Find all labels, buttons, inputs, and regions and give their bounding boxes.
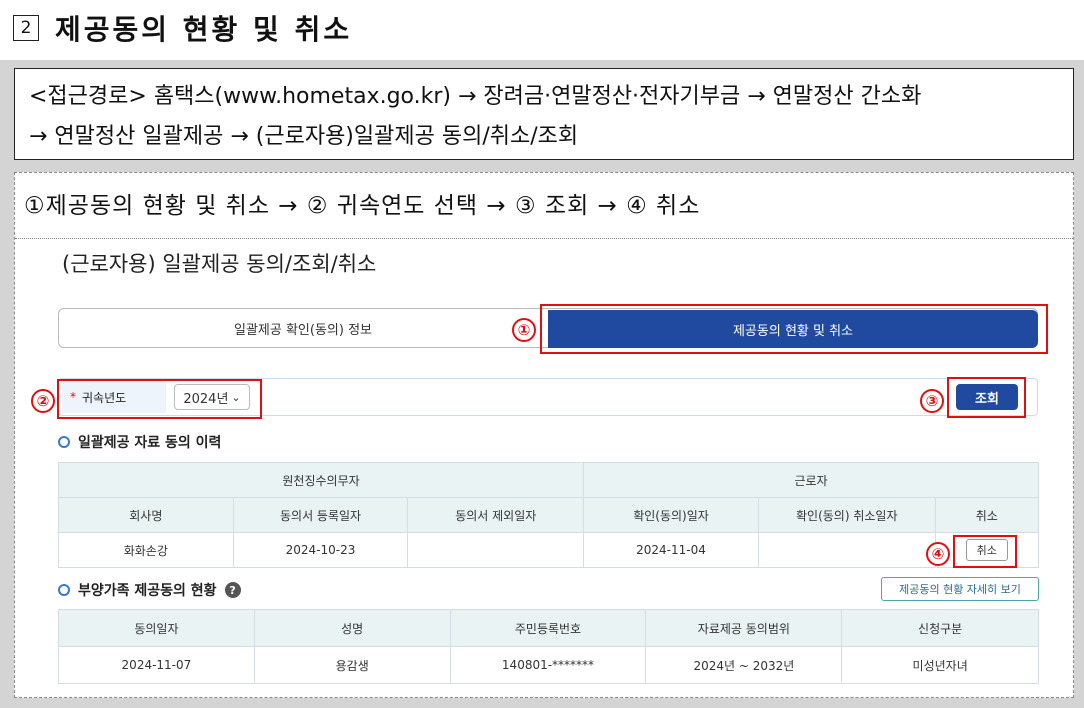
detail-view-button[interactable]: 제공동의 현황 자세히 보기: [881, 577, 1039, 601]
highlight-box-3: [947, 377, 1026, 418]
bullet-icon: [58, 436, 70, 448]
dependents-table: 동의일자 성명 주민등록번호 자료제공 동의범위 신청구분 2024-11-07…: [58, 609, 1039, 684]
col-range: 자료제공 동의범위: [645, 609, 843, 647]
bullet-icon: [58, 584, 70, 596]
cell-company: 화화손강: [58, 532, 234, 568]
steps-instruction: ①제공동의 현황 및 취소 → ② 귀속연도 선택 → ③ 조회 → ④ 취소: [24, 193, 701, 219]
page-title: (근로자용) 일괄제공 동의/조회/취소: [62, 252, 377, 276]
dependents-title-text: 부양가족 제공동의 현황: [78, 583, 217, 599]
cell-name: 용감생: [253, 646, 451, 684]
heading-title: 제공동의 현황 및 취소: [55, 13, 353, 46]
col-excluded: 동의서 제외일자: [407, 497, 585, 533]
history-title-text: 일괄제공 자료 동의 이력: [78, 435, 222, 451]
col-name: 성명: [253, 609, 451, 647]
cell-registered: 2024-10-23: [232, 532, 409, 568]
history-section-title: 일괄제공 자료 동의 이력: [58, 432, 221, 452]
cell-cancelled: [757, 532, 936, 568]
col-type: 신청구분: [841, 609, 1039, 647]
cell-date: 2024-11-07: [58, 646, 255, 684]
col-cancelled: 확인(동의) 취소일자: [757, 497, 936, 533]
cell-excluded: [407, 532, 585, 568]
access-path-line2: → 연말정산 일괄제공 → (근로자용)일괄제공 동의/취소/조회: [29, 124, 579, 149]
group-header-withholder: 원천징수의무자: [57, 462, 585, 498]
cell-type: 미성년자녀: [841, 646, 1039, 684]
table-row: 화화손강 2024-10-23 2024-11-04 취소: [58, 532, 1040, 568]
dependents-section-title: 부양가족 제공동의 현황 ?: [58, 580, 241, 600]
col-company: 회사명: [58, 497, 234, 533]
col-cancel: 취소: [934, 497, 1040, 533]
heading-number: 2: [13, 15, 39, 41]
highlight-box-1: [540, 304, 1048, 354]
history-table: 원천징수의무자 근로자 회사명 동의서 등록일자 동의서 제외일자 확인(동의)…: [57, 462, 1040, 568]
col-date: 동의일자: [58, 609, 255, 647]
cell-rrn: 140801-*******: [449, 646, 647, 684]
callout-4: ④: [926, 542, 950, 566]
col-registered: 동의서 등록일자: [232, 497, 409, 533]
access-path-line1: <접근경로> 홈택스(www.hometax.go.kr) → 장려금·연말정산…: [29, 84, 922, 109]
highlight-box-4: [953, 535, 1017, 568]
col-rrn: 주민등록번호: [449, 609, 647, 647]
highlight-box-2: [57, 379, 262, 419]
callout-3: ③: [920, 389, 944, 413]
callout-1: ①: [512, 318, 536, 342]
group-header-worker: 근로자: [583, 462, 1039, 498]
cell-confirmed: 2024-11-04: [583, 532, 759, 568]
help-icon[interactable]: ?: [224, 582, 241, 598]
tab-confirm-info[interactable]: 일괄제공 확인(동의) 정보: [58, 308, 548, 348]
divider: [15, 238, 1073, 239]
col-confirmed: 확인(동의)일자: [583, 497, 759, 533]
callout-2: ②: [31, 389, 55, 413]
table-row: 2024-11-07 용감생 140801-******* 2024년 ~ 20…: [58, 646, 1039, 684]
cell-range: 2024년 ~ 2032년: [645, 646, 843, 684]
access-path-box: <접근경로> 홈택스(www.hometax.go.kr) → 장려금·연말정산…: [14, 68, 1074, 160]
